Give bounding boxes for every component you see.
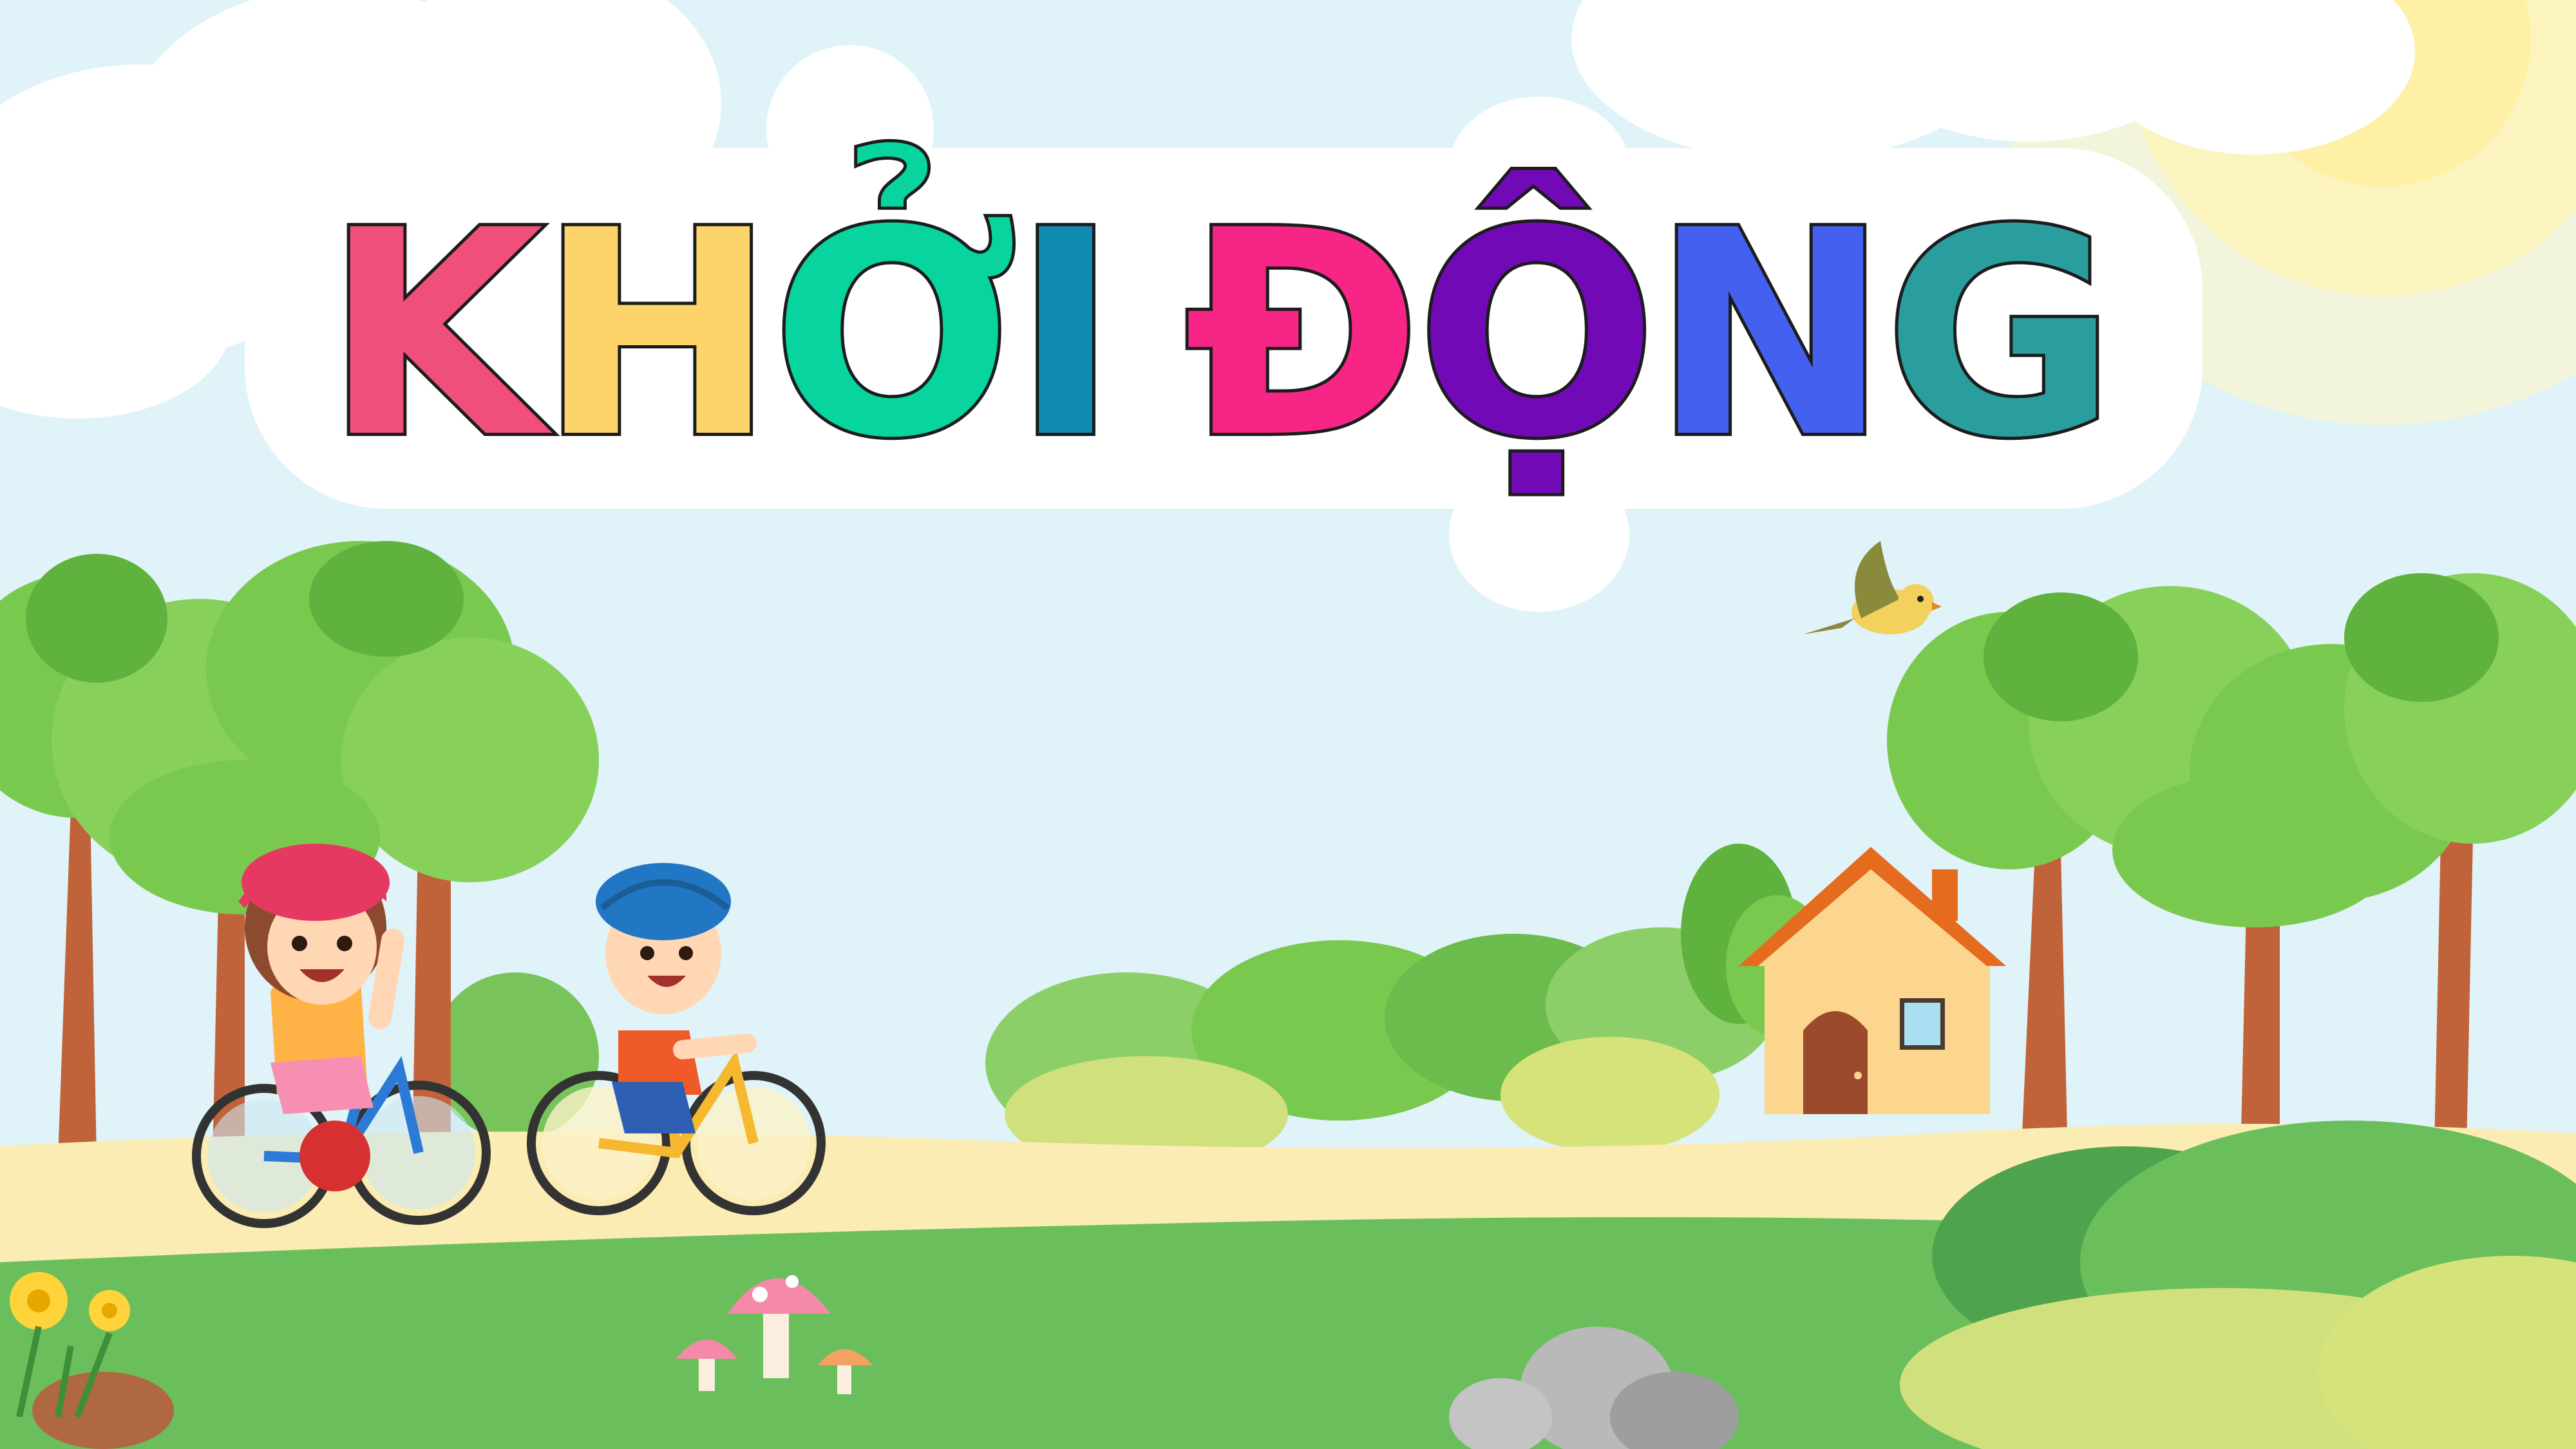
title-letter: Ở [767, 170, 1021, 500]
rock-icon [32, 1372, 174, 1449]
title-letter: Ộ [1413, 170, 1660, 500]
title-letter: G [1881, 170, 2120, 500]
page-title: K H Ở I Đ Ộ N G [251, 142, 2190, 528]
title-letter: N [1649, 170, 1892, 500]
title-letter: H [535, 170, 779, 500]
title-letter: K [321, 170, 547, 500]
title-letter: I [1010, 170, 1122, 500]
title-letter: Đ [1181, 170, 1425, 500]
cloud-icon [1571, 0, 2415, 161]
